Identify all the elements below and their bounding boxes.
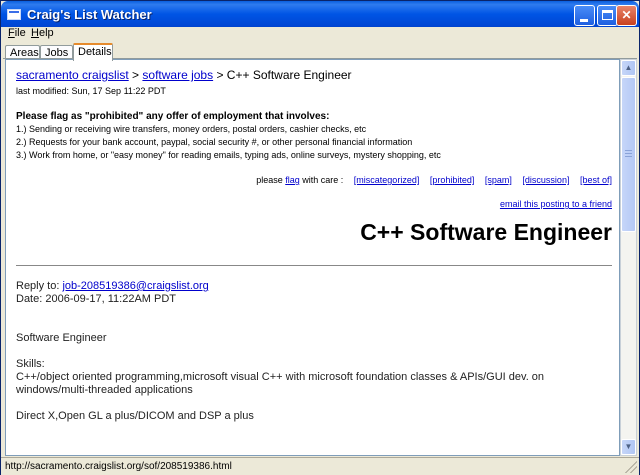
breadcrumb: sacramento craigslist > software jobs > … bbox=[16, 68, 612, 82]
thumb-grip bbox=[625, 150, 632, 151]
flag-prohibited-link[interactable]: [prohibited] bbox=[430, 175, 475, 185]
menu-bar: File Help bbox=[1, 27, 639, 41]
scroll-thumb[interactable] bbox=[621, 77, 636, 232]
breadcrumb-section-link[interactable]: software jobs bbox=[142, 68, 213, 82]
skills-text: C++/object oriented programming,microsof… bbox=[16, 371, 545, 396]
menu-help-mnemonic: H bbox=[31, 27, 39, 39]
posting-body: Reply to: job-208519386@craigslist.org D… bbox=[16, 280, 612, 423]
flag-discussion-link[interactable]: [discussion] bbox=[522, 175, 569, 185]
email-friend-row: email this posting to a friend bbox=[16, 199, 612, 209]
breadcrumb-sep: > bbox=[213, 68, 227, 82]
breadcrumb-current: C++ Software Engineer bbox=[226, 68, 352, 82]
warning-item: 3.) Work from home, or "easy money" for … bbox=[16, 150, 441, 160]
last-modified: last modified: Sun, 17 Sep 11:22 PDT bbox=[16, 86, 166, 96]
app-icon bbox=[7, 9, 21, 20]
flag-row: please flag with care : [miscategorized]… bbox=[16, 175, 612, 185]
flag-miscategorized-link[interactable]: [miscategorized] bbox=[354, 175, 420, 185]
scroll-up-button[interactable]: ▲ bbox=[621, 60, 636, 76]
title-bar[interactable]: Craig's List Watcher ✕ bbox=[1, 1, 639, 30]
scroll-down-button[interactable]: ▼ bbox=[621, 439, 636, 455]
scroll-down-icon: ▼ bbox=[624, 442, 633, 451]
reply-label: Reply to: bbox=[16, 280, 63, 292]
flag-link[interactable]: flag bbox=[285, 175, 300, 185]
resize-grip-icon[interactable] bbox=[625, 461, 637, 473]
warning-item: 2.) Requests for your bank account, payp… bbox=[16, 137, 413, 147]
vertical-scrollbar[interactable]: ▲ ▼ bbox=[620, 59, 637, 456]
flag-best-of-link[interactable]: [best of] bbox=[580, 175, 612, 185]
thumb-grip bbox=[625, 153, 632, 154]
posting-heading: C++ Software Engineer bbox=[360, 219, 612, 245]
status-bar: http://sacramento.craigslist.org/sof/208… bbox=[1, 457, 639, 475]
thumb-grip bbox=[625, 156, 632, 157]
warning-notice: Please flag as "prohibited" any offer of… bbox=[16, 110, 612, 162]
warning-item: 1.) Sending or receiving wire transfers,… bbox=[16, 124, 367, 134]
menu-file-mnemonic: F bbox=[8, 27, 15, 39]
extras-text: Direct X,Open GL a plus/DICOM and DSP a … bbox=[16, 410, 254, 422]
maximize-icon bbox=[602, 10, 613, 20]
posting-document: sacramento craigslist > software jobs > … bbox=[16, 68, 612, 436]
breadcrumb-sep: > bbox=[128, 68, 143, 82]
scroll-up-icon: ▲ bbox=[624, 63, 633, 72]
menu-file-label: ile bbox=[14, 27, 26, 39]
reply-email-link[interactable]: job-208519386@craigslist.org bbox=[62, 280, 208, 292]
app-window: Craig's List Watcher ✕ File Help Areas J… bbox=[0, 0, 640, 475]
minimize-icon bbox=[580, 19, 588, 22]
divider bbox=[16, 265, 612, 266]
posting-date: Date: 2006-09-17, 11:22AM PDT bbox=[16, 293, 176, 305]
posting-view[interactable]: sacramento craigslist > software jobs > … bbox=[5, 59, 620, 456]
menu-help-label: elp bbox=[38, 27, 54, 39]
tab-details[interactable]: Details bbox=[73, 43, 113, 61]
email-friend-link[interactable]: email this posting to a friend bbox=[500, 199, 612, 209]
minimize-button[interactable] bbox=[574, 5, 595, 26]
status-url: http://sacramento.craigslist.org/sof/208… bbox=[5, 461, 232, 472]
warning-title: Please flag as "prohibited" any offer of… bbox=[16, 111, 330, 122]
close-button[interactable]: ✕ bbox=[616, 5, 637, 26]
menu-file[interactable]: File bbox=[8, 27, 26, 39]
close-icon: ✕ bbox=[621, 8, 632, 22]
maximize-button[interactable] bbox=[597, 5, 618, 26]
skills-label: Skills: bbox=[16, 358, 45, 370]
breadcrumb-site-link[interactable]: sacramento craigslist bbox=[16, 68, 129, 82]
flag-suffix: with care : bbox=[299, 175, 344, 185]
menu-help[interactable]: Help bbox=[31, 27, 54, 39]
flag-prefix: please bbox=[256, 175, 286, 185]
body-title: Software Engineer bbox=[16, 332, 107, 344]
window-title: Craig's List Watcher bbox=[27, 7, 152, 22]
flag-spam-link[interactable]: [spam] bbox=[485, 175, 512, 185]
